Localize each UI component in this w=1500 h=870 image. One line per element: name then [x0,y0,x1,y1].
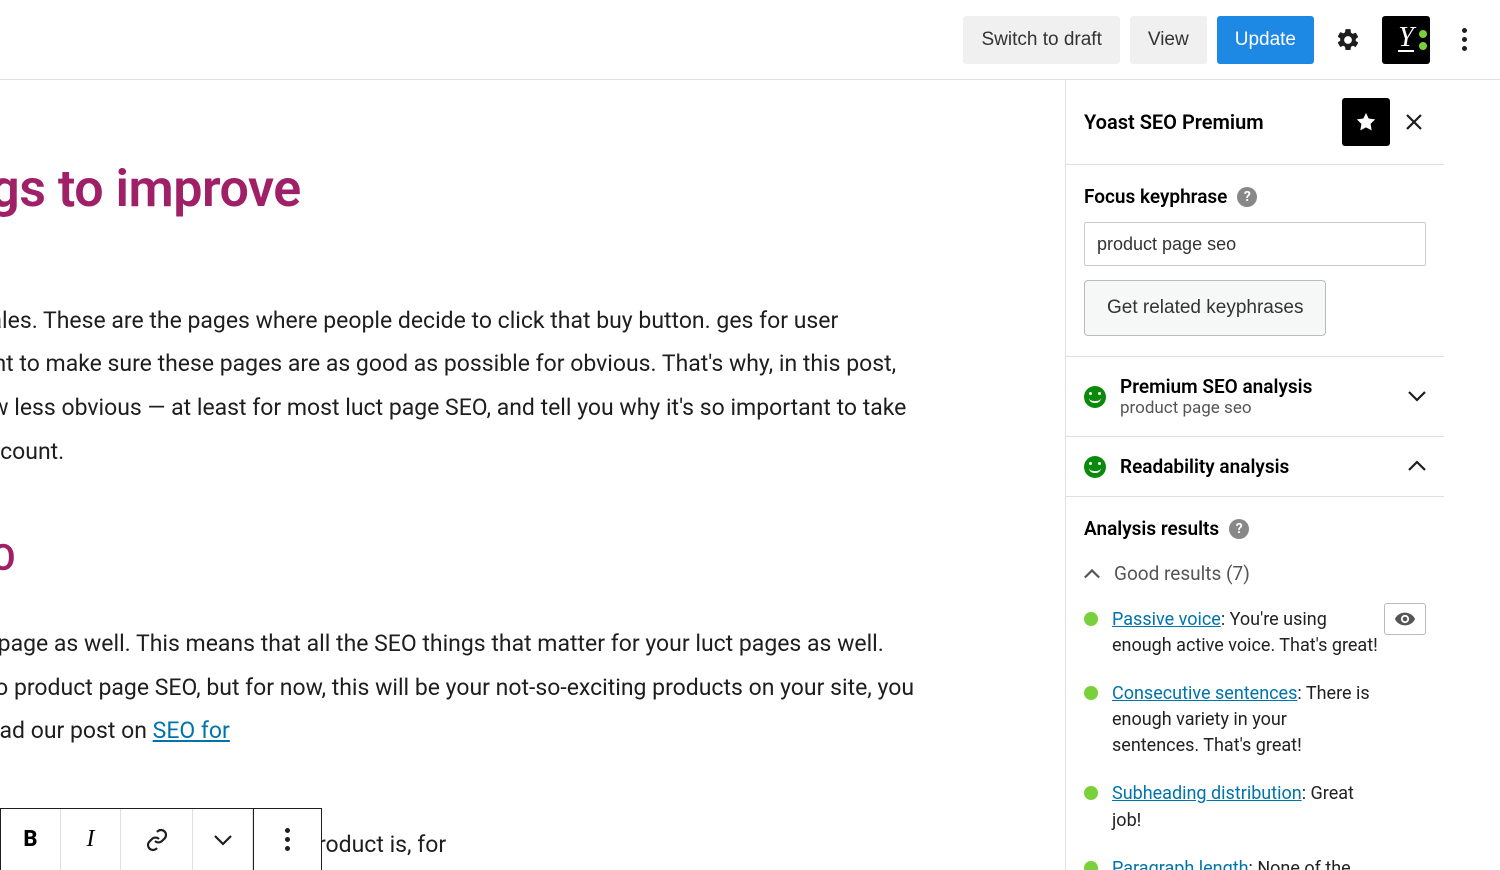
analysis-results: Analysis results ? Good results (7) Pass… [1066,497,1444,870]
paragraph[interactable]: nportant for your sales. These are the p… [0,299,940,474]
readability-analysis-accordion[interactable]: Readability analysis [1066,437,1444,497]
focus-keyphrase-input[interactable] [1084,222,1426,266]
result-link[interactable]: Paragraph length [1112,858,1249,870]
accordion-title: Premium SEO analysis [1120,375,1312,398]
sidebar-header: Yoast SEO Premium [1066,80,1444,165]
status-dot-good-icon [1084,786,1098,800]
get-related-keyphrases-button[interactable]: Get related keyphrases [1084,280,1326,336]
smiley-good-icon [1084,386,1106,408]
post-title[interactable]: O: 5 things to improve [0,140,940,239]
accordion-title: Readability analysis [1120,455,1289,478]
settings-gear-icon[interactable] [1324,16,1372,64]
result-link[interactable]: Consecutive sentences [1112,683,1297,704]
italic-button[interactable]: I [61,809,121,870]
block-more-options-icon[interactable] [253,809,321,870]
star-button[interactable] [1342,98,1390,146]
heading-2[interactable]: uct page SEO [0,524,940,592]
result-link[interactable]: Passive voice [1112,609,1221,630]
result-item: Subheading distribution: Great job! [1084,781,1426,833]
good-results-toggle[interactable]: Good results (7) [1084,562,1426,585]
result-list: Passive voice: You're using enough activ… [1084,607,1426,870]
block-format-toolbar: B I [0,808,322,870]
bold-button[interactable]: B [1,809,61,870]
chevron-down-icon [1408,387,1426,406]
focus-keyphrase-section: Focus keyphrase ? Get related keyphrases [1066,165,1444,357]
help-icon[interactable]: ? [1237,187,1257,207]
premium-seo-analysis-accordion[interactable]: Premium SEO analysis product page seo [1066,357,1444,437]
yoast-logo-icon[interactable]: Y [1382,16,1430,64]
result-item: Passive voice: You're using enough activ… [1084,607,1426,659]
accordion-subtitle: product page seo [1120,398,1312,418]
status-dot-good-icon [1084,861,1098,870]
more-options-icon[interactable] [1440,16,1488,64]
status-dot-good-icon [1084,686,1098,700]
result-link[interactable]: Subheading distribution [1112,783,1302,804]
text-span: an online store is a page as well. This … [0,630,914,744]
paragraph[interactable]: an online store is a page as well. This … [0,622,940,753]
update-button[interactable]: Update [1217,16,1314,64]
good-results-label: Good results (7) [1114,562,1250,585]
smiley-good-icon [1084,456,1106,478]
focus-keyphrase-label: Focus keyphrase [1084,185,1227,208]
yoast-sidebar: Yoast SEO Premium Focus keyphrase ? Get … [1065,80,1444,870]
inline-link[interactable]: SEO for [153,717,230,744]
close-icon[interactable] [1402,110,1426,134]
link-button[interactable] [121,809,193,870]
result-item: Paragraph length: None of the [1084,856,1426,870]
scrollbar[interactable] [1065,80,1066,160]
help-icon[interactable]: ? [1229,519,1249,539]
view-button[interactable]: View [1130,16,1207,64]
chevron-up-icon [1084,562,1100,585]
result-text: : None of the [1249,858,1351,870]
chevron-up-icon [1408,457,1426,476]
status-dot-good-icon [1084,612,1098,626]
editor-topbar: Switch to draft View Update Y [0,0,1500,80]
analysis-results-heading: Analysis results [1084,517,1219,540]
switch-to-draft-button[interactable]: Switch to draft [963,16,1119,64]
editor-content[interactable]: O: 5 things to improve nportant for your… [0,80,1065,870]
dropdown-chevron-icon[interactable] [193,809,253,870]
result-item: Consecutive sentences: There is enough v… [1084,681,1426,759]
sidebar-title: Yoast SEO Premium [1084,110,1264,134]
eye-highlight-button[interactable] [1384,603,1426,635]
